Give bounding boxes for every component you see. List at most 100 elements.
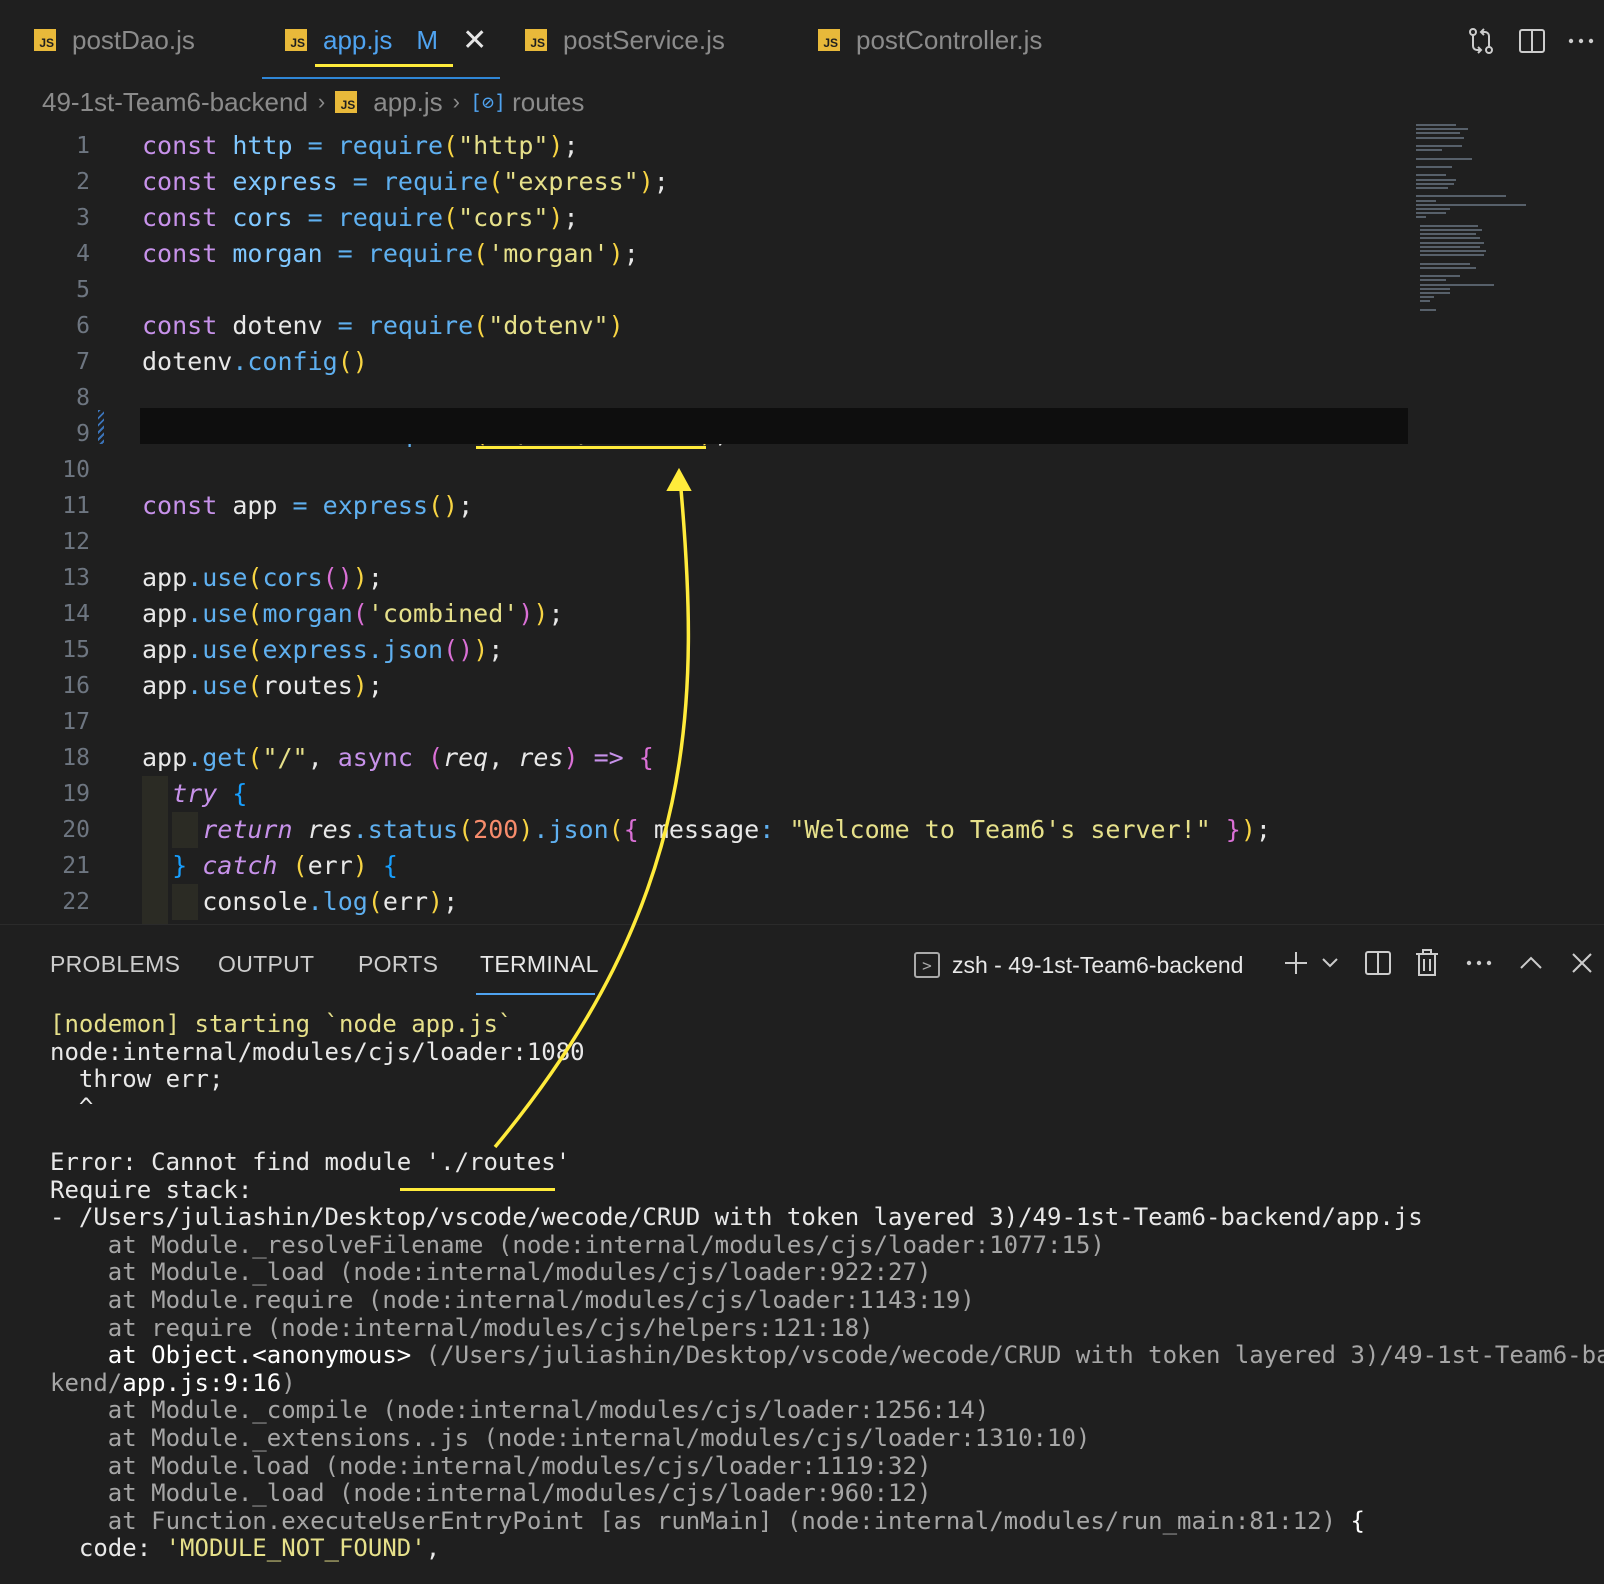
- tab-output[interactable]: OUTPUT: [218, 951, 314, 978]
- terminal-text: at Module._compile (node:internal/module…: [50, 1396, 990, 1425]
- code-line[interactable]: 7 dotenv.config(): [0, 344, 1604, 380]
- code-line[interactable]: 12: [0, 524, 1604, 560]
- line-number: 12: [62, 529, 90, 555]
- tab-terminal[interactable]: TERMINAL: [480, 951, 599, 978]
- code-token: "/": [262, 743, 308, 772]
- close-panel-icon[interactable]: [1566, 945, 1598, 981]
- terminal-text: ,: [425, 1534, 441, 1563]
- code-line[interactable]: 4 const morgan = require('morgan');: [0, 236, 1604, 272]
- code-editor[interactable]: 1 const http = require("http"); 2 const exp…: [0, 124, 1604, 924]
- minimap-line: [1420, 292, 1450, 294]
- code-line[interactable]: 19 try {: [0, 776, 1604, 812]
- line-number: 13: [62, 565, 90, 591]
- terminal-selector[interactable]: > zsh - 49-1st-Team6-backend: [914, 947, 1243, 983]
- terminal-title: zsh - 49-1st-Team6-backend: [952, 951, 1244, 978]
- terminal-text: ^: [50, 1092, 94, 1121]
- code-line[interactable]: 20 return res.status(200).json({ message…: [0, 812, 1604, 848]
- line-code: app.get("/", async (req, res) => {: [142, 740, 654, 776]
- line-code: const morgan = require('morgan');: [142, 236, 639, 272]
- code-token: ;: [563, 131, 579, 160]
- code-token: .: [187, 671, 203, 700]
- tab-postcontroller[interactable]: JS postController.js: [818, 0, 1042, 80]
- code-token: ;: [488, 635, 504, 664]
- trash-icon[interactable]: [1411, 945, 1443, 981]
- line-number: 8: [76, 385, 90, 411]
- minimap-line: [1420, 287, 1450, 290]
- breadcrumb-file[interactable]: app.js: [373, 87, 442, 118]
- code-token: message: [653, 815, 760, 844]
- line-number: 5: [76, 277, 90, 303]
- terminal-text: 'MODULE_NOT_FOUND': [165, 1534, 426, 1563]
- close-tab-icon[interactable]: ✕: [462, 23, 487, 58]
- split-terminal-icon[interactable]: [1362, 945, 1394, 981]
- code-token: ;: [367, 563, 383, 592]
- code-line[interactable]: 5: [0, 272, 1604, 308]
- tab-label: postDao.js: [72, 24, 195, 55]
- breadcrumb-symbol[interactable]: routes: [512, 87, 584, 118]
- tab-postdao[interactable]: JS postDao.js: [34, 0, 195, 80]
- more-actions-icon[interactable]: [1566, 26, 1596, 56]
- code-token: ): [533, 599, 549, 628]
- code-token: ;: [458, 491, 474, 520]
- code-token: dotenv: [142, 347, 233, 376]
- terminal-text: at Function.executeUserEntryPoint [as ru…: [50, 1506, 1351, 1535]
- more-actions-icon[interactable]: [1463, 945, 1495, 981]
- terminal-text: ): [281, 1368, 296, 1397]
- code-token: }: [172, 851, 203, 880]
- tab-label: app.js: [323, 24, 393, 55]
- terminal-text: at require (node:internal/modules/cjs/he…: [50, 1313, 874, 1342]
- terminal-output[interactable]: [nodemon] starting `node app.js` node:int…: [50, 1010, 1604, 1563]
- code-line[interactable]: 17: [0, 704, 1604, 740]
- split-editor-icon[interactable]: [1517, 26, 1547, 56]
- terminal-text: - /Users/juliashin/Desktop/vscode/wecode…: [50, 1203, 1423, 1232]
- minimap-line: [1416, 166, 1452, 168]
- add-terminal-icon[interactable]: [1280, 945, 1312, 981]
- tab-postservice[interactable]: JS postService.js: [525, 0, 725, 80]
- code-token: .: [187, 563, 203, 592]
- line-code: const http = require("http");: [142, 128, 579, 164]
- minimap-line: [1416, 182, 1454, 185]
- code-token: ;: [653, 167, 669, 196]
- code-token: .: [307, 887, 323, 916]
- code-token: "Welcome to Team6's server!": [789, 815, 1211, 844]
- code-line[interactable]: 21 } catch (err) {: [0, 848, 1604, 884]
- minimap-line: [1416, 178, 1456, 181]
- code-token: ,: [307, 743, 338, 772]
- code-line[interactable]: 11 const app = express();: [0, 488, 1604, 524]
- code-token: =: [337, 311, 368, 340]
- terminal-text: (/Users/juliashin/Desktop/vscode/wecode/…: [425, 1341, 1604, 1370]
- minimap-line: [1416, 145, 1462, 147]
- active-tab-indicator: [262, 77, 500, 79]
- code-line[interactable]: 18 app.get("/", async (req, res) => {: [0, 740, 1604, 776]
- terminal-line: [nodemon] starting `node app.js`: [50, 1010, 1604, 1039]
- tab-ports[interactable]: PORTS: [358, 951, 438, 978]
- code-line[interactable]: 22 console.log(err);: [0, 884, 1604, 920]
- code-token: (: [247, 563, 263, 592]
- code-token: return: [202, 815, 308, 844]
- terminal-text: Require stack:: [50, 1175, 253, 1204]
- terminal-line: code: 'MODULE_NOT_FOUND',: [50, 1534, 1604, 1563]
- code-line[interactable]: 6 const dotenv = require("dotenv"): [0, 308, 1604, 344]
- minimap-line: [1416, 174, 1446, 177]
- code-line[interactable]: 3 const cors = require("cors");: [0, 200, 1604, 236]
- line-code: } catch (err) {: [142, 848, 398, 884]
- code-token: (: [443, 131, 459, 160]
- code-line[interactable]: 10: [0, 452, 1604, 488]
- maximize-panel-icon[interactable]: [1515, 945, 1547, 981]
- code-line[interactable]: 13 app.use(cors());: [0, 560, 1604, 596]
- tab-problems[interactable]: PROBLEMS: [50, 951, 180, 978]
- breadcrumb-folder[interactable]: 49-1st-Team6-backend: [42, 87, 308, 118]
- terminal-line: node:internal/modules/cjs/loader:1080: [50, 1038, 1604, 1067]
- compare-changes-icon[interactable]: [1466, 26, 1496, 56]
- tab-app-js[interactable]: JS app.js M ✕: [285, 0, 487, 80]
- terminal-dropdown-icon[interactable]: [1314, 945, 1346, 981]
- terminal-line: at Module._extensions..js (node:internal…: [50, 1424, 1604, 1453]
- code-line[interactable]: 14 app.use(morgan('combined'));: [0, 596, 1604, 632]
- code-token: (: [247, 671, 263, 700]
- code-line[interactable]: 15 app.use(express.json());: [0, 632, 1604, 668]
- minimap[interactable]: [1414, 124, 1584, 324]
- code-line[interactable]: 1 const http = require("http");: [0, 128, 1604, 164]
- breadcrumb: 49-1st-Team6-backend › JS app.js › [⊘] r…: [42, 84, 584, 120]
- code-line[interactable]: 2 const express = require("express");: [0, 164, 1604, 200]
- code-line[interactable]: 16 app.use(routes);: [0, 668, 1604, 704]
